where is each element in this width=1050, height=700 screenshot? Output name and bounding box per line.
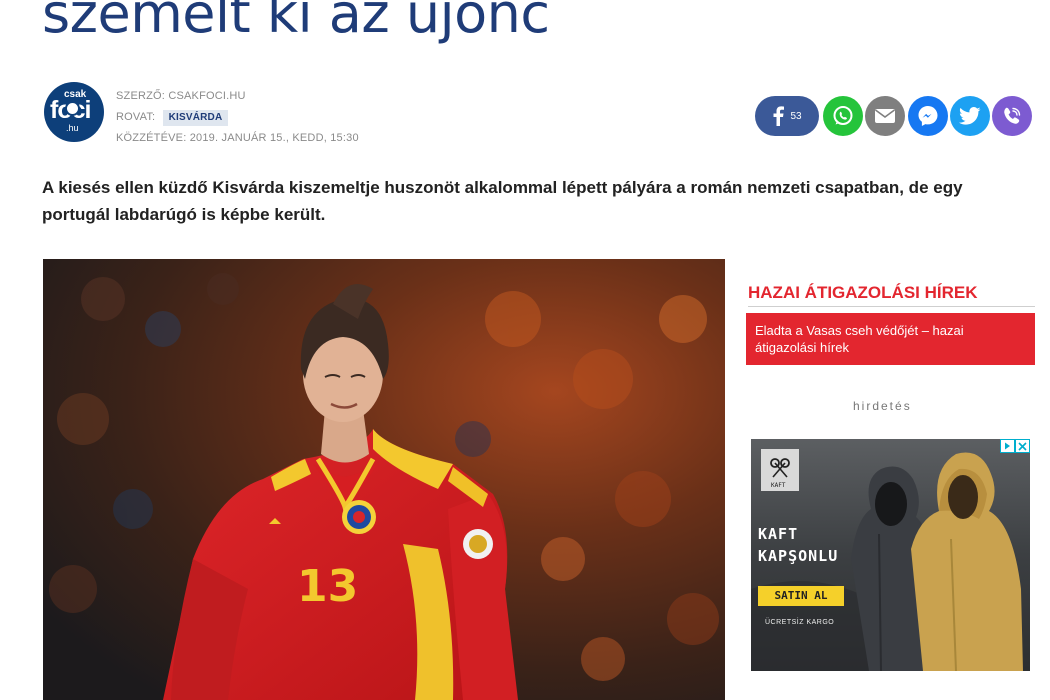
publish-date: KÖZZÉTÉVE: 2019. JANUÁR 15., KEDD, 15:30 — [116, 132, 359, 144]
whatsapp-icon — [833, 106, 853, 125]
ad-brand-line2: KAPŞONLU — [758, 547, 839, 565]
whatsapp-share-button[interactable] — [823, 96, 863, 136]
messenger-share-button[interactable] — [908, 96, 948, 136]
author-line: SZERZŐ: CSAKFOCI.HU — [116, 90, 246, 102]
section-line: ROVAT: KISVÁRDA — [116, 107, 359, 128]
football-icon — [65, 101, 80, 116]
viber-icon — [1004, 107, 1021, 124]
viber-share-button[interactable] — [992, 96, 1032, 136]
email-icon — [875, 109, 895, 123]
article-lead: A kiesés ellen küzdő Kisvárda kiszemeltj… — [42, 178, 963, 224]
article-meta: SZERZŐ: CSAKFOCI.HU ROVAT: KISVÁRDA KÖZZ… — [116, 86, 359, 149]
twitter-icon — [959, 107, 981, 125]
ad-buy-button[interactable]: SATIN AL — [758, 586, 844, 606]
section-label: ROVAT: — [116, 111, 156, 123]
ad-logo-text: KAFT — [771, 482, 786, 489]
article-photo[interactable]: 13 — [43, 259, 725, 700]
article-headline: szemelt ki az újonc — [42, 0, 550, 45]
messenger-icon — [918, 106, 938, 126]
facebook-share-button[interactable]: 53 — [755, 96, 819, 136]
ad-brand-line1: KAFT — [758, 525, 799, 543]
section-tag[interactable]: KISVÁRDA — [162, 110, 229, 126]
ad-choices-icon — [1000, 439, 1030, 453]
sidebar-news-item[interactable]: Eladta a Vasas cseh védőjét – hazai átig… — [746, 313, 1035, 365]
sidebar-title: HAZAI ÁTIGAZOLÁSI HÍREK — [748, 283, 1035, 307]
email-share-button[interactable] — [865, 96, 905, 136]
twitter-share-button[interactable] — [950, 96, 990, 136]
facebook-share-count: 53 — [790, 110, 802, 122]
football-player-image: 13 — [43, 259, 725, 700]
ad-label: hirdetés — [853, 399, 912, 413]
jersey-number: 13 — [297, 561, 358, 612]
logo-text-domain: .hu — [66, 123, 79, 133]
ad-brand-text: KAFT KAPŞONLU — [758, 523, 838, 567]
ad-choices-badge[interactable] — [1000, 439, 1030, 453]
ad-shipping-text: ÜCRETSİZ KARGO — [765, 619, 835, 626]
site-logo[interactable]: csak foci .hu — [44, 82, 104, 142]
facebook-icon — [773, 106, 785, 126]
